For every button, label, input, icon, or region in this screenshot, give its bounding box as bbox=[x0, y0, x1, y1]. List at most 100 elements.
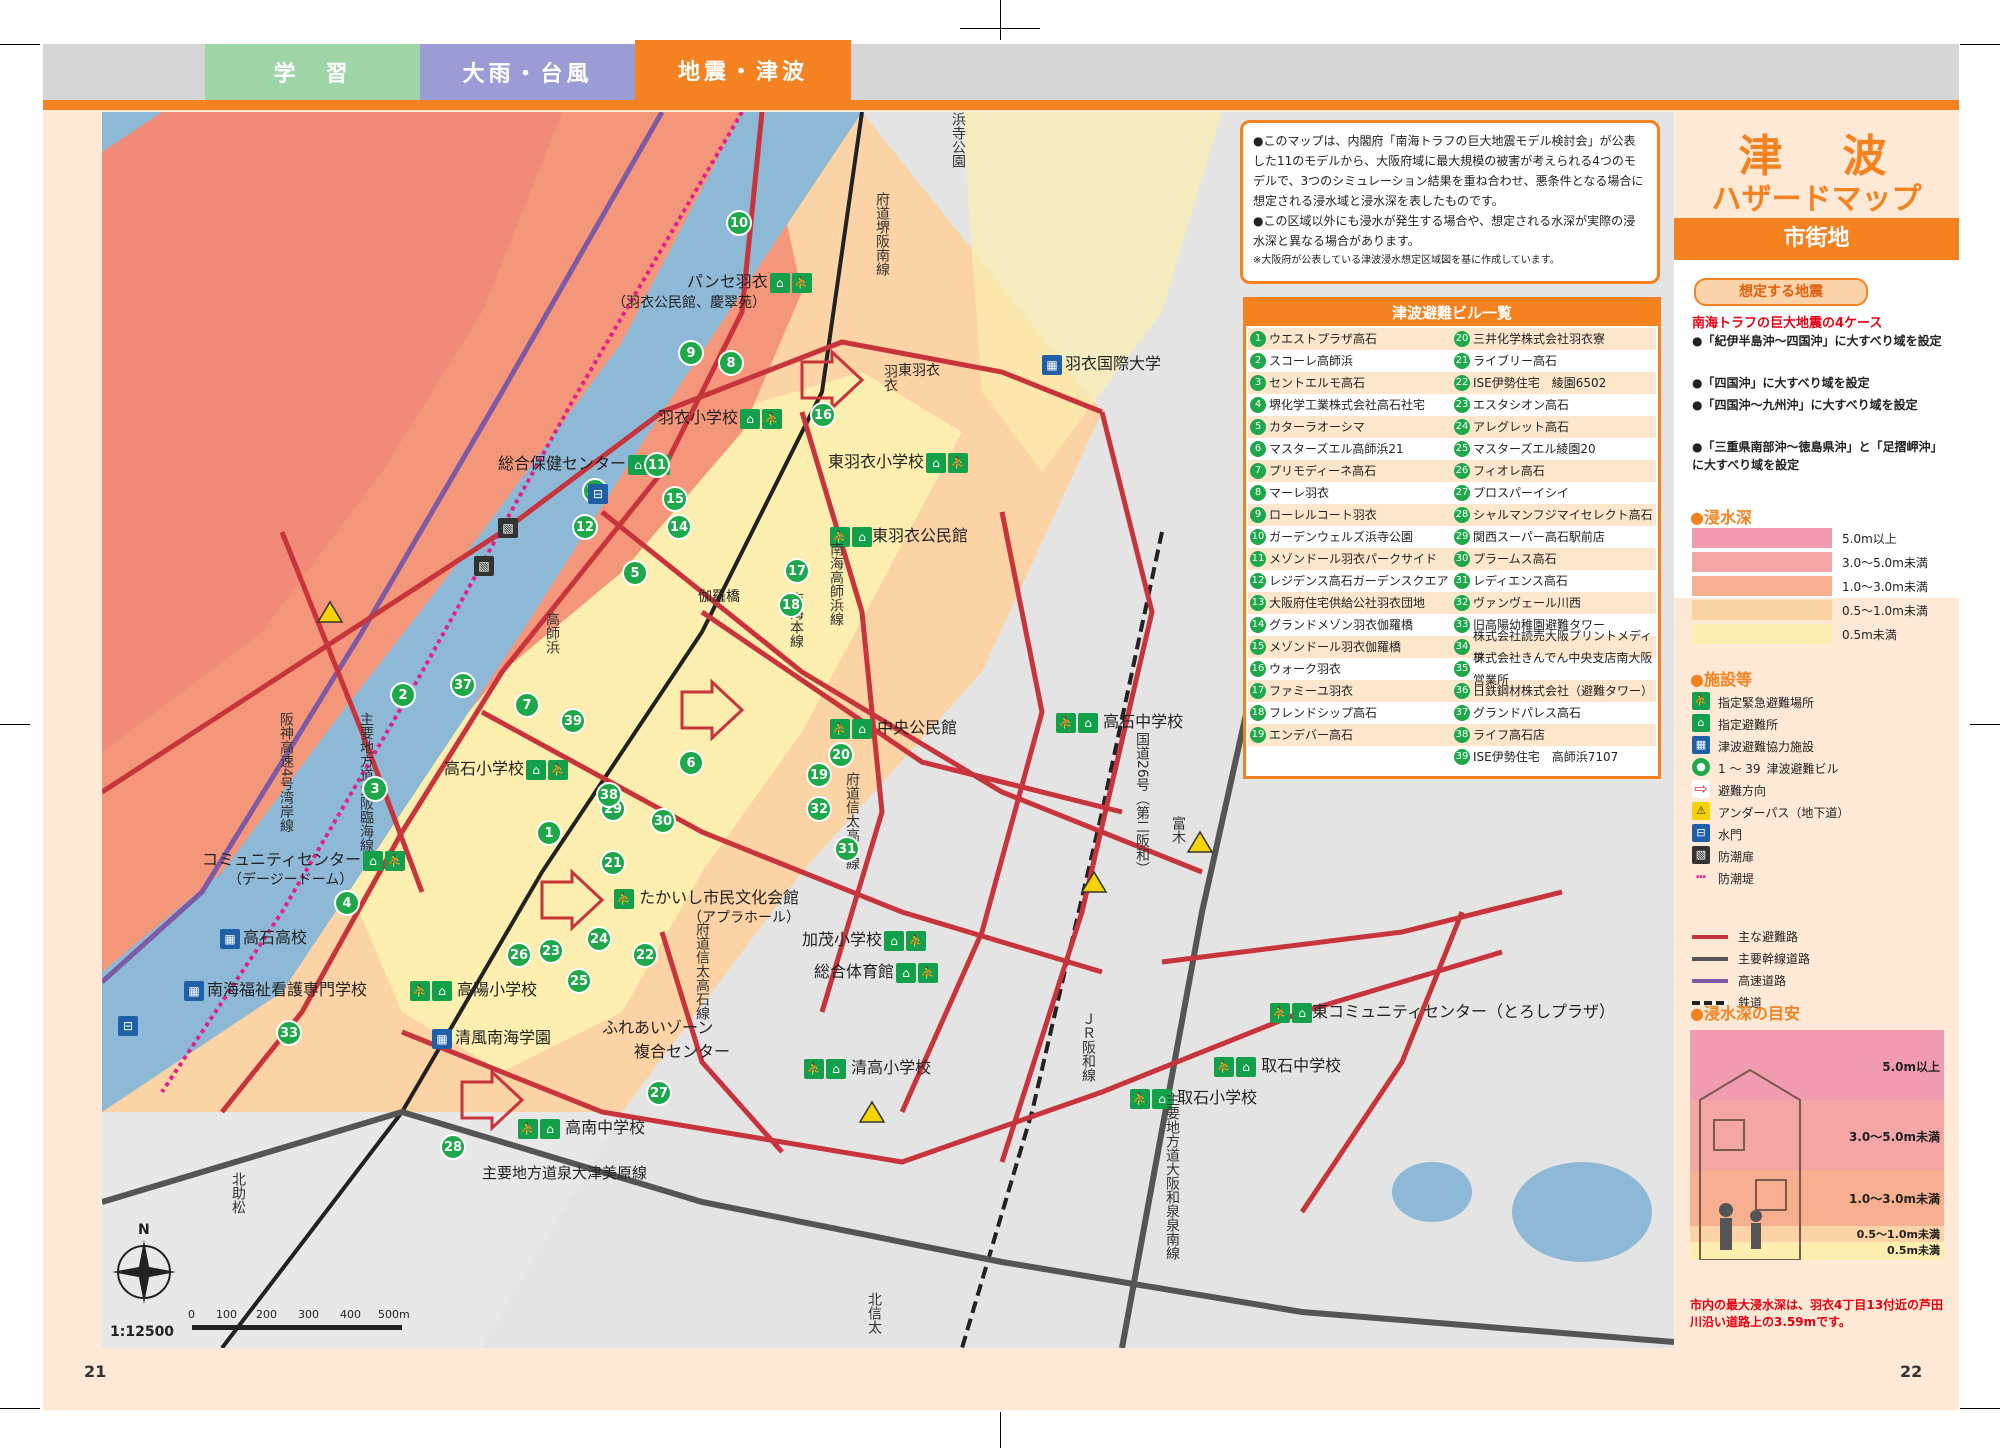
building-marker[interactable]: 39 bbox=[560, 708, 586, 734]
shelter-emergency-icon: ⛹ bbox=[906, 930, 927, 951]
building-number: 15 bbox=[1250, 639, 1266, 655]
facility-kamo-elementary[interactable]: 加茂小学校 ⌂ ⛹ bbox=[802, 926, 927, 951]
facility-higashi-community-center[interactable]: ⛹ ⌂ 東コミュニティセンター（とろしプラザ） bbox=[1268, 998, 1615, 1023]
building-number: 31 bbox=[1454, 573, 1470, 589]
facility-takaishi-elementary[interactable]: 高石小学校 ⌂ ⛹ bbox=[444, 755, 569, 780]
facility-culture-hall[interactable]: ⛹ たかいし市民文化会館 bbox=[612, 884, 799, 909]
list-item: 35 株式会社きんでん中央支店南大阪営業所 bbox=[1452, 651, 1656, 687]
facility-pansee-hagoromo[interactable]: パンセ羽衣 ⌂ ⛹ bbox=[687, 268, 812, 293]
quake-item: ●「紀伊半島沖〜四国沖」に大すべり域を設定 bbox=[1692, 334, 1942, 348]
tab-earthquake-tsunami[interactable]: 地震・津波 bbox=[635, 40, 851, 100]
building-name: マーレ羽衣 bbox=[1269, 486, 1330, 500]
building-marker[interactable]: 25 bbox=[566, 968, 592, 994]
road-label: 北助松 bbox=[230, 1172, 246, 1214]
building-marker[interactable]: 21 bbox=[600, 850, 626, 876]
list-item: 28 シャルマンフジマイセレクト高石 bbox=[1452, 504, 1656, 526]
facility-konan-junior-high[interactable]: ⛹ ⌂ 高南中学校 bbox=[516, 1114, 645, 1139]
building-marker[interactable]: 23 bbox=[538, 938, 564, 964]
building-marker[interactable]: 18 bbox=[778, 592, 804, 618]
list-item: 9 ローレルコート羽衣 bbox=[1248, 504, 1452, 526]
building-marker[interactable]: 22 bbox=[632, 942, 658, 968]
tab-learning[interactable]: 学 習 bbox=[205, 44, 420, 100]
info-note: ※大阪府が公表している津波浸水想定区域図を基に作成しています。 bbox=[1253, 255, 1560, 266]
list-item: 37 グランドパレス高石 bbox=[1452, 702, 1656, 724]
crop-mark bbox=[1000, 0, 1001, 40]
building-name: 関西スーパー高石駅前店 bbox=[1473, 530, 1605, 544]
building-marker[interactable]: 14 bbox=[666, 514, 692, 540]
building-marker[interactable]: 11 bbox=[644, 452, 670, 478]
road-label: ＪＲ阪和線 bbox=[1080, 1012, 1096, 1082]
quake-item: ●「四国沖」に大すべり域を設定 bbox=[1692, 376, 1870, 390]
building-marker[interactable]: 37 bbox=[450, 672, 476, 698]
facility-higashi-hagoromo-elementary[interactable]: 東羽衣小学校 ⌂ ⛹ bbox=[828, 448, 969, 473]
compass-icon bbox=[112, 1240, 176, 1304]
scale-tick: 500m bbox=[378, 1308, 410, 1321]
building-marker[interactable]: 3 bbox=[362, 776, 388, 802]
building-marker[interactable]: 8 bbox=[718, 350, 744, 376]
building-marker[interactable]: 24 bbox=[586, 926, 612, 952]
building-marker[interactable]: 26 bbox=[506, 942, 532, 968]
road-label: 伽羅橋 bbox=[698, 589, 740, 605]
building-name: レディエンス高石 bbox=[1473, 574, 1568, 588]
line-legend-label: 高速道路 bbox=[1738, 974, 1787, 988]
info-box: ●このマップは、内閣府「南海トラフの巨大地震モデル検討会」が公表した11のモデル… bbox=[1240, 120, 1660, 284]
list-item: 15 メゾンドール羽衣伽羅橋 bbox=[1248, 636, 1452, 658]
building-marker[interactable]: 16 bbox=[810, 402, 836, 428]
building-name: マスターズエル綾園20 bbox=[1473, 442, 1596, 456]
facility-higashi-hagoromo-hall[interactable]: ⛹ ⌂ 東羽衣公民館 bbox=[828, 522, 968, 547]
building-marker[interactable]: 1 bbox=[536, 820, 562, 846]
building-name: アレグレット高石 bbox=[1473, 420, 1570, 434]
building-marker[interactable]: 9 bbox=[678, 340, 704, 366]
seawall-icon: ┅ bbox=[1696, 867, 1706, 886]
depth-label: 3.0〜5.0m未満 bbox=[1842, 556, 1928, 570]
building-marker[interactable]: 6 bbox=[678, 750, 704, 776]
facility-toriishi-junior-high[interactable]: ⛹ ⌂ 取石中学校 bbox=[1212, 1052, 1341, 1077]
list-item: 3 セントエルモ高石 bbox=[1248, 372, 1452, 394]
facility-nankai-nursing-school[interactable]: ▦ 南海福祉看護専門学校 bbox=[184, 976, 367, 1001]
facility-koyo-elementary[interactable]: ⛹ ⌂ 高陽小学校 bbox=[408, 976, 537, 1001]
facility-seiko-elementary[interactable]: ⛹ ⌂ 清高小学校 bbox=[802, 1054, 931, 1079]
building-marker[interactable]: 19 bbox=[806, 762, 832, 788]
building-name: 日鉄鋼材株式会社（避難タワー） bbox=[1473, 684, 1654, 698]
max-depth-note: 市内の最大浸水深は、羽衣4丁目13付近の芦田川沿い道路上の3.59mです。 bbox=[1690, 1298, 1944, 1329]
side-band: 市街地 bbox=[1674, 218, 1959, 260]
building-marker[interactable]: 2 bbox=[390, 682, 416, 708]
shelter-icon: ⌂ bbox=[1236, 1056, 1256, 1077]
building-number: 28 bbox=[1454, 507, 1470, 523]
building-marker[interactable]: 17 bbox=[784, 558, 810, 584]
facility-toriishi-elementary[interactable]: ⛹ ⌂ 取石小学校 bbox=[1128, 1084, 1257, 1109]
building-marker[interactable]: 28 bbox=[440, 1134, 466, 1160]
cooperation-facility-icon: ▦ bbox=[184, 980, 204, 1001]
scale-tick: 200 bbox=[256, 1308, 277, 1321]
building-marker[interactable]: 32 bbox=[806, 796, 832, 822]
tab-heavy-rain[interactable]: 大雨・台風 bbox=[420, 44, 635, 100]
list-item: 20 三井化学株式会社羽衣寮 bbox=[1452, 328, 1656, 350]
facility-central-hall[interactable]: ⛹ ⌂ 中央公民館 bbox=[828, 714, 957, 739]
building-marker[interactable]: 12 bbox=[572, 514, 598, 540]
building-marker[interactable]: 31 bbox=[834, 836, 860, 862]
building-marker[interactable]: 15 bbox=[662, 486, 688, 512]
shelter-icon: ⌂ bbox=[363, 850, 384, 871]
facility-hagoromo-elementary[interactable]: 羽衣小学校 ⌂ ⛹ bbox=[658, 404, 783, 429]
building-marker[interactable]: 38 bbox=[596, 782, 622, 808]
facility-seifu-nankai[interactable]: ▦ 清風南海学園 bbox=[432, 1024, 551, 1049]
building-number: 14 bbox=[1250, 617, 1266, 633]
building-marker[interactable]: 27 bbox=[646, 1080, 672, 1106]
building-marker[interactable]: 7 bbox=[514, 692, 540, 718]
building-marker[interactable]: 5 bbox=[622, 560, 648, 586]
building-name: ウォーク羽衣 bbox=[1269, 662, 1342, 676]
pond bbox=[1512, 1162, 1652, 1262]
building-marker[interactable]: 33 bbox=[276, 1020, 302, 1046]
facility-general-gym[interactable]: 総合体育館 ⌂ ⛹ bbox=[814, 958, 939, 983]
facility-hagoromo-university[interactable]: ▦ 羽衣国際大学 bbox=[1042, 350, 1161, 375]
facility-takaishi-high[interactable]: ▦ 高石高校 bbox=[220, 924, 307, 949]
building-marker[interactable]: 10 bbox=[726, 210, 752, 236]
building-marker[interactable]: 4 bbox=[334, 890, 360, 916]
building-marker[interactable]: 30 bbox=[650, 808, 676, 834]
building-name: ライフ高石店 bbox=[1473, 728, 1546, 742]
quake-item: ●「三重県南部沖〜徳島県沖」と「足摺岬沖」に大すべり域を設定 bbox=[1692, 440, 1937, 472]
scale-tick: 0 bbox=[188, 1308, 195, 1321]
building-marker[interactable]: 20 bbox=[828, 742, 854, 768]
scale-tick: 400 bbox=[340, 1308, 361, 1321]
facility-takaishi-junior-high[interactable]: ⛹ ⌂ 高石中学校 bbox=[1054, 708, 1183, 733]
